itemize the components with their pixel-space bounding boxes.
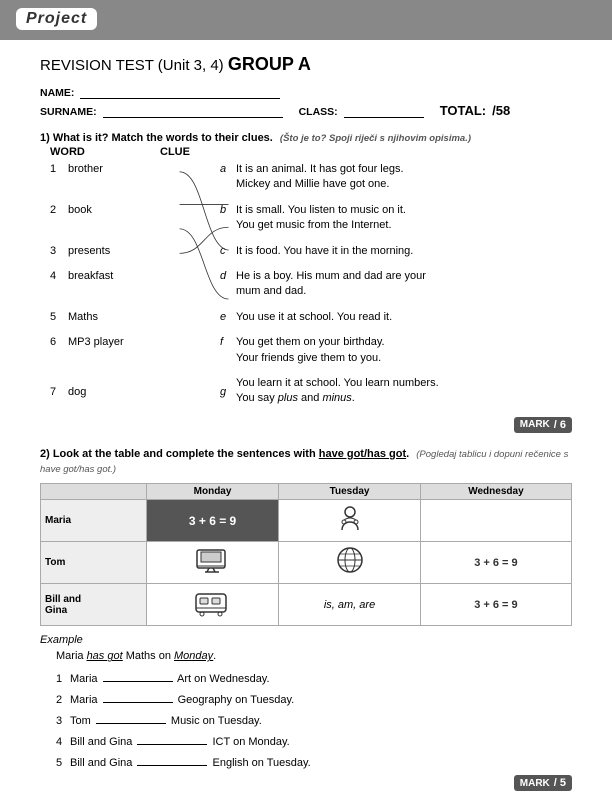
surname-line: SURNAME: CLASS: TOTAL: /58 (40, 103, 572, 118)
cell-maria-monday: 3 + 6 = 9 (146, 500, 278, 542)
match-clue-letter-g: g (220, 385, 236, 398)
match-row-4: 4 breakfast d He is a boy. His mum and d… (50, 269, 572, 300)
match-clue-text-d: He is a boy. His mum and dad are yourmum… (236, 269, 572, 300)
sentence-item-3: 3 Tom Music on Tuesday. (56, 710, 572, 727)
blank-5[interactable] (137, 752, 207, 766)
table-row-tom: Tom (41, 542, 572, 584)
match-clue-text-b: It is small. You listen to music on it.Y… (236, 203, 572, 234)
table-header-row: Monday Tuesday Wednesday (41, 484, 572, 500)
mark-badge-section1: MARK / 6 (514, 417, 572, 433)
revision-label: REVISION TEST (Unit 3, 4) (40, 57, 228, 74)
match-clue-letter-e: e (220, 310, 236, 323)
match-clue-text-f: You get them on your birthday.Your frien… (236, 335, 572, 366)
blank-3[interactable] (96, 710, 166, 724)
match-clue-text-g: You learn it at school. You learn number… (236, 376, 572, 407)
surname-label: SURNAME: (40, 106, 97, 118)
match-num-5: 5 (50, 310, 68, 323)
sentence-item-5: 5 Bill and Gina English on Tuesday. (56, 752, 572, 769)
example-sentence: Maria has got Maths on Monday. (56, 650, 572, 662)
section1-subtext: (Što je to? Spoji riječi s njihovim opis… (280, 133, 471, 144)
example-label: Example (40, 634, 572, 646)
project-badge: Project (16, 8, 97, 30)
col-header-tuesday: Tuesday (279, 484, 421, 500)
section1-header: 1) What is it? Match the words to their … (40, 132, 572, 144)
section2-header: 2) Look at the table and complete the se… (40, 447, 572, 478)
table-row-maria: Maria 3 + 6 = 9 (41, 500, 572, 542)
schedule-table: Monday Tuesday Wednesday Maria 3 + 6 = 9 (40, 483, 572, 626)
cell-maria-wednesday (420, 500, 571, 542)
match-num-7: 7 (50, 385, 68, 398)
page-header: Project (0, 0, 612, 40)
col-header-wednesday: Wednesday (420, 484, 571, 500)
match-row-3: 3 presents c It is food. You have it in … (50, 244, 572, 259)
match-num-3: 3 (50, 244, 68, 257)
cell-billgina-wednesday: 3 + 6 = 9 (420, 584, 571, 626)
match-num-4: 4 (50, 269, 68, 282)
page-content: REVISION TEST (Unit 3, 4) GROUP A NAME: … (0, 40, 612, 805)
mark-row-section1: MARK / 6 (40, 417, 572, 433)
match-row-2: 2 book b It is small. You listen to musi… (50, 203, 572, 234)
match-word-6: MP3 player (68, 335, 160, 348)
cell-tom-wednesday: 3 + 6 = 9 (420, 542, 571, 584)
blank-1[interactable] (103, 668, 173, 682)
match-word-7: dog (68, 385, 160, 398)
page-title: REVISION TEST (Unit 3, 4) GROUP A (40, 54, 572, 75)
columns-header: WORD CLUE (40, 146, 572, 158)
sentence-item-2: 2 Maria Geography on Tuesday. (56, 689, 572, 706)
match-container: 1 brother a It is an animal. It has got … (40, 162, 572, 407)
match-num-6: 6 (50, 335, 68, 348)
match-clue-text-c: It is food. You have it in the morning. (236, 244, 572, 259)
col-clue-label: CLUE (160, 146, 190, 158)
match-num-2: 2 (50, 203, 68, 216)
blank-4[interactable] (137, 731, 207, 745)
match-word-1: brother (68, 162, 160, 175)
match-clue-text-a: It is an animal. It has got four legs.Mi… (236, 162, 572, 193)
match-clue-letter-c: c (220, 244, 236, 257)
match-clue-letter-b: b (220, 203, 236, 216)
col-header-empty (41, 484, 147, 500)
match-clue-letter-a: a (220, 162, 236, 175)
name-line: NAME: (40, 85, 572, 99)
cell-maria-name: Maria (41, 500, 147, 542)
mark-row-section2: MARK / 5 (40, 775, 572, 791)
table-row-bill-gina: Bill andGina is, am, are 3 + 6 = 9 (41, 584, 572, 626)
match-row-1: 1 brother a It is an animal. It has got … (50, 162, 572, 193)
name-label: NAME: (40, 87, 74, 99)
sentence-item-4: 4 Bill and Gina ICT on Monday. (56, 731, 572, 748)
group-label: GROUP A (228, 54, 311, 74)
total-box: TOTAL: /58 (440, 103, 511, 118)
match-word-4: breakfast (68, 269, 160, 282)
cell-tom-name: Tom (41, 542, 147, 584)
cell-tom-monday (146, 542, 278, 584)
cell-billgina-monday (146, 584, 278, 626)
sentence-item-1: 1 Maria Art on Wednesday. (56, 668, 572, 685)
class-underline[interactable] (344, 104, 424, 118)
match-clue-letter-f: f (220, 335, 236, 348)
cell-billgina-tuesday: is, am, are (279, 584, 421, 626)
match-num-1: 1 (50, 162, 68, 175)
cell-billgina-name: Bill andGina (41, 584, 147, 626)
total-label: TOTAL: (440, 103, 486, 118)
match-row-6: 6 MP3 player f You get them on your birt… (50, 335, 572, 366)
name-underline[interactable] (80, 85, 280, 99)
match-word-5: Maths (68, 310, 160, 323)
cell-tom-tuesday (279, 542, 421, 584)
col-word-label: WORD (50, 146, 160, 158)
class-label: CLASS: (299, 106, 338, 118)
surname-underline[interactable] (103, 104, 283, 118)
fields-section: NAME: SURNAME: CLASS: TOTAL: /58 (40, 85, 572, 122)
match-row-5: 5 Maths e You use it at school. You read… (50, 310, 572, 325)
match-clue-text-e: You use it at school. You read it. (236, 310, 572, 325)
match-row-7: 7 dog g You learn it at school. You lear… (50, 376, 572, 407)
blank-2[interactable] (103, 689, 173, 703)
match-clue-letter-d: d (220, 269, 236, 282)
total-value: /58 (492, 103, 510, 118)
col-header-monday: Monday (146, 484, 278, 500)
match-word-2: book (68, 203, 160, 216)
cell-maria-tuesday (279, 500, 421, 542)
match-word-3: presents (68, 244, 160, 257)
mark-badge-section2: MARK / 5 (514, 775, 572, 791)
sentences-list: 1 Maria Art on Wednesday. 2 Maria Geogra… (56, 668, 572, 769)
